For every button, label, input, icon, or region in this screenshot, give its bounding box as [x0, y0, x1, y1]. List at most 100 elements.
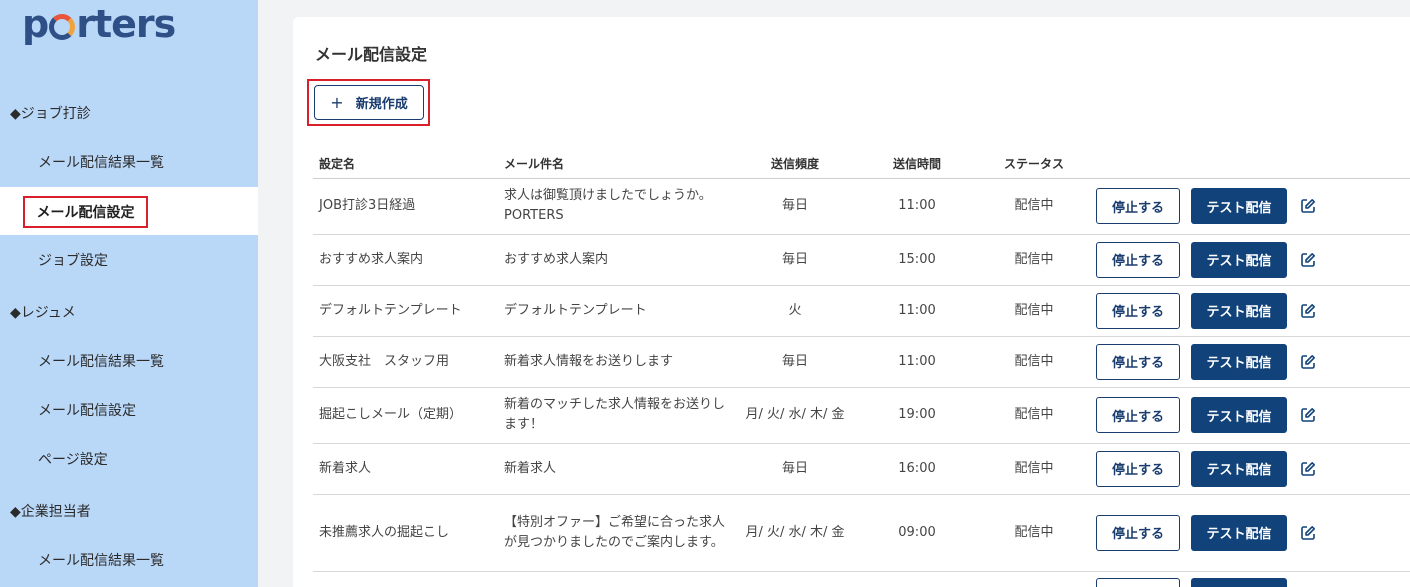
cell-setting-name: 未推薦求人の掘起こし — [313, 494, 498, 572]
table-row[interactable]: JOB打診3日経過 求人は御覧頂けましたでしょうか。 PORTERS 毎日 11:00… — [313, 178, 1410, 235]
cell-send-time — [856, 571, 978, 587]
mail-settings-table: 設定名 メール件名 送信頻度 送信時間 ステータス JOB打診3日経過 求人は御覧… — [313, 149, 1410, 587]
edit-icon[interactable] — [1300, 252, 1316, 268]
header-setting-name: 設定名 — [313, 149, 498, 179]
nav-section-job: ◆ジョブ打診 — [10, 106, 91, 122]
sidebar: p rters ◆ジョブ打診 メール配信結果一覧 メール配信設定 ジョブ設定 ◆レ… — [0, 0, 258, 587]
test-send-button[interactable]: テスト配信 — [1191, 514, 1287, 551]
stop-button[interactable]: 停止する — [1096, 514, 1180, 551]
table-row[interactable]: デフォルトテンプレート デフォルトテンプレート火 11:00 配信中 停止する テスト配信 — [313, 285, 1410, 337]
edit-icon[interactable] — [1300, 407, 1316, 423]
stop-button[interactable]: 停止する — [1096, 188, 1180, 224]
header-frequency: 送信頻度 — [734, 149, 856, 179]
cell-mail-subject: 新着求人 — [498, 443, 734, 495]
logo-text-start: p — [22, 2, 49, 46]
test-send-button[interactable]: テスト配信 — [1191, 577, 1287, 587]
cell-mail-subject: 求人は御覧頂けましたでしょうか。 PORTERS — [498, 178, 734, 235]
sidebar-item-resume-mail-settings[interactable]: メール配信設定 — [0, 386, 258, 434]
cell-frequency — [734, 571, 856, 587]
new-create-button[interactable]: + 新規作成 — [314, 85, 424, 120]
cell-send-time: 11:00 — [856, 285, 978, 337]
cell-actions: 停止するテスト配信 — [1090, 285, 1410, 337]
cell-status: 配信中 — [978, 336, 1090, 388]
test-send-button[interactable]: テスト配信 — [1191, 292, 1287, 329]
cell-actions: 停止するテスト配信 — [1090, 443, 1410, 495]
stop-button[interactable]: 停止する — [1096, 241, 1180, 278]
edit-icon[interactable] — [1300, 303, 1316, 319]
cell-setting-name: 大阪支社 スタッフ用 — [313, 336, 498, 388]
stop-button[interactable]: 停止する — [1096, 292, 1180, 329]
test-send-button[interactable]: テスト配信 — [1191, 188, 1287, 224]
stop-button[interactable]: 停止する — [1096, 577, 1180, 587]
sidebar-item-active-label[interactable]: メール配信設定 — [23, 196, 148, 228]
cell-setting-name — [313, 571, 498, 587]
table-row[interactable]: 未推薦求人の掘起こし 【特別オファー】ご希望に合った求人が見つかりましたのでご案内… — [313, 494, 1410, 572]
table-row[interactable]: おすすめ求人案内 おすすめ求人案内 毎日 15:00 配信中 停止する テスト配信 — [313, 234, 1410, 286]
logo-o-mark-icon — [49, 14, 76, 40]
table-row[interactable]: 新着求人 新着求人 毎日 16:00 配信中 停止する テスト配信 — [313, 443, 1410, 495]
logo-text-end: rters — [76, 2, 176, 46]
table-row[interactable]: 大阪支社 スタッフ用 新着求人情報をお送りします 毎日 11:00 配信中 停止する テスト… — [313, 336, 1410, 388]
test-send-button[interactable]: テスト配信 — [1191, 397, 1287, 433]
edit-icon[interactable] — [1300, 354, 1316, 370]
cell-send-time: 19:00 — [856, 387, 978, 444]
cell-status: 配信中 — [978, 387, 1090, 444]
cell-send-time: 09:00 — [856, 494, 978, 572]
cell-frequency: 月/ 火/ 水/ 木/ 金 — [734, 387, 856, 444]
cell-actions: 停止するテスト配信 — [1090, 234, 1410, 286]
stop-button[interactable]: 停止する — [1096, 450, 1180, 487]
cell-actions: 停止するテスト配信 — [1090, 387, 1410, 444]
edit-icon[interactable] — [1300, 461, 1316, 477]
cell-send-time: 16:00 — [856, 443, 978, 495]
cell-setting-name: 新着求人 — [313, 443, 498, 495]
header-send-time: 送信時間 — [856, 149, 978, 179]
cell-send-time: 11:00 — [856, 178, 978, 235]
table-row[interactable]: 掘起こしメール（定期） 新着のマッチした求人情報をお送りします！ 月/ 火/ 水/ … — [313, 387, 1410, 444]
plus-icon: + — [330, 93, 344, 112]
cell-status: 配信中 — [978, 234, 1090, 286]
cell-mail-subject: おすすめ求人案内 — [498, 234, 734, 286]
sidebar-item-client-mail-results[interactable]: メール配信結果一覧 — [0, 536, 258, 584]
main-panel: メール配信設定 + 新規作成 設定名 メール件名 送信頻度 送信時間 ステータス… — [293, 17, 1410, 587]
header-status: ステータス — [978, 149, 1090, 179]
cell-actions: 停止するテスト配信 — [1090, 336, 1410, 388]
cell-frequency: 毎日 — [734, 443, 856, 495]
cell-status — [978, 571, 1090, 587]
cell-mail-subject: 新着求人情報をお送りします — [498, 336, 734, 388]
sidebar-item-resume-mail-results[interactable]: メール配信結果一覧 — [0, 337, 258, 385]
cell-send-time: 11:00 — [856, 336, 978, 388]
cell-status: 配信中 — [978, 178, 1090, 235]
test-send-button[interactable]: テスト配信 — [1191, 241, 1287, 278]
edit-icon[interactable] — [1300, 525, 1316, 541]
cell-frequency: 火 — [734, 285, 856, 337]
cell-send-time: 15:00 — [856, 234, 978, 286]
header-mail-subject: メール件名 — [498, 149, 734, 179]
cell-actions: 停止する テスト配信 — [1090, 571, 1410, 587]
cell-frequency: 毎日 — [734, 336, 856, 388]
test-send-button[interactable]: テスト配信 — [1191, 450, 1287, 487]
test-send-button[interactable]: テスト配信 — [1191, 343, 1287, 380]
new-create-label: 新規作成 — [355, 97, 408, 112]
cell-mail-subject — [498, 571, 734, 587]
cell-actions: 停止するテスト配信 — [1090, 494, 1410, 572]
cell-setting-name: デフォルトテンプレート — [313, 285, 498, 337]
porters-logo[interactable]: p rters — [22, 2, 176, 46]
cell-status: 配信中 — [978, 443, 1090, 495]
stop-button[interactable]: 停止する — [1096, 343, 1180, 380]
table-header-row: 設定名 メール件名 送信頻度 送信時間 ステータス — [313, 149, 1410, 179]
page-title: メール配信設定 — [315, 45, 428, 64]
sidebar-item-page-settings[interactable]: ページ設定 — [0, 435, 258, 483]
sidebar-item-job-mail-results[interactable]: メール配信結果一覧 — [0, 138, 258, 186]
cell-frequency: 月/ 火/ 水/ 木/ 金 — [734, 494, 856, 572]
cell-frequency: 毎日 — [734, 178, 856, 235]
cell-mail-subject: 【特別オファー】ご希望に合った求人が見つかりましたのでご案内します。 — [498, 494, 734, 572]
table-row[interactable]: 停止する テスト配信 — [313, 571, 1410, 587]
cell-status: 配信中 — [978, 494, 1090, 572]
edit-icon[interactable] — [1300, 198, 1316, 214]
cell-frequency: 毎日 — [734, 234, 856, 286]
cell-status: 配信中 — [978, 285, 1090, 337]
stop-button[interactable]: 停止する — [1096, 397, 1180, 433]
sidebar-item-job-settings[interactable]: ジョブ設定 — [0, 236, 258, 284]
cell-mail-subject: デフォルトテンプレート — [498, 285, 734, 337]
cell-actions: 停止するテスト配信 — [1090, 178, 1410, 235]
